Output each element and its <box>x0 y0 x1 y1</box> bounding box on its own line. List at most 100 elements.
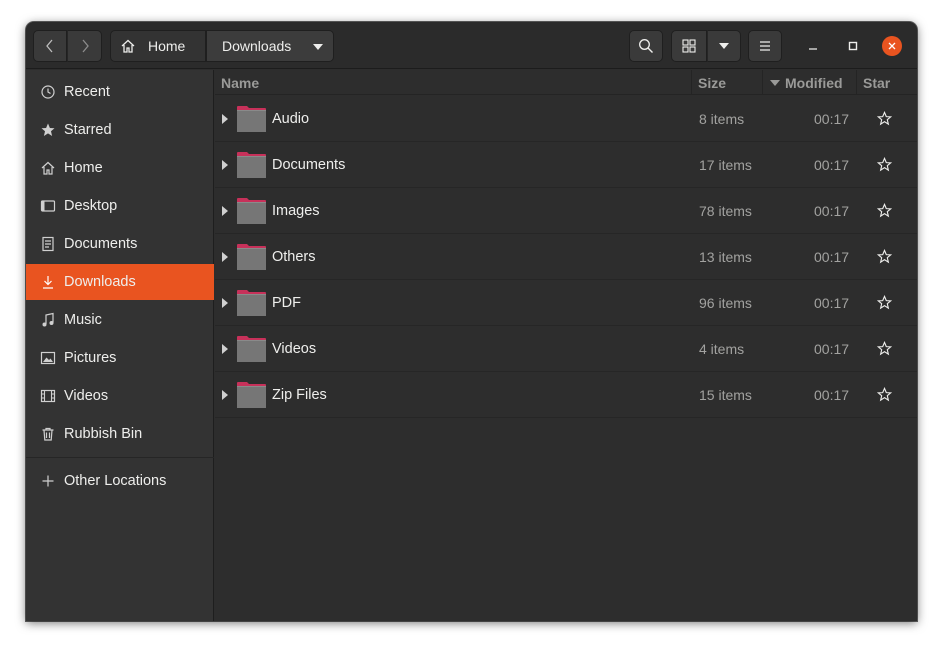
film-icon <box>40 388 56 404</box>
sidebar-item-label: Videos <box>64 388 109 404</box>
file-row-audio[interactable]: Audio 8 items 00:17 <box>215 96 917 142</box>
header-bar: Home Downloads <box>26 22 917 69</box>
sidebar-item-documents[interactable]: Documents <box>26 226 214 262</box>
breadcrumb-current[interactable]: Downloads <box>206 30 334 62</box>
file-size: 17 items <box>699 157 752 173</box>
sidebar-item-home[interactable]: Home <box>26 150 214 186</box>
breadcrumb-home[interactable]: Home <box>110 30 206 62</box>
file-row-documents[interactable]: Documents 17 items 00:17 <box>215 142 917 188</box>
sidebar-item-recent[interactable]: Recent <box>26 74 214 110</box>
star-outline-icon[interactable] <box>877 203 892 218</box>
minimize-button[interactable] <box>803 36 823 56</box>
file-name: Images <box>272 203 320 219</box>
star-outline-icon[interactable] <box>877 387 892 402</box>
file-row-zip-files[interactable]: Zip Files 15 items 00:17 <box>215 372 917 418</box>
plus-icon <box>40 473 56 489</box>
sidebar-item-label: Recent <box>64 84 110 100</box>
close-button[interactable] <box>882 36 902 56</box>
file-size: 15 items <box>699 387 752 403</box>
file-name: Audio <box>272 111 310 127</box>
file-row-images[interactable]: Images 78 items 00:17 <box>215 188 917 234</box>
grid-icon <box>682 39 696 53</box>
back-button[interactable] <box>33 30 67 62</box>
file-name: Zip Files <box>272 387 327 403</box>
chevron-right-icon <box>82 39 89 53</box>
trash-icon <box>40 426 56 442</box>
file-modified: 00:17 <box>814 387 850 403</box>
home-icon <box>121 39 135 53</box>
expand-arrow-icon[interactable] <box>222 206 228 216</box>
sidebar-item-rubbish-bin[interactable]: Rubbish Bin <box>26 416 214 452</box>
sidebar-separator <box>26 457 214 458</box>
file-manager-window: Home Downloads Recent Starred Home Deskt… <box>26 22 917 621</box>
breadcrumb-home-label: Home <box>148 38 186 54</box>
sidebar-item-downloads[interactable]: Downloads <box>26 264 214 300</box>
sidebar-item-label: Other Locations <box>64 473 167 489</box>
sidebar-item-music[interactable]: Music <box>26 302 214 338</box>
sidebar-item-label: Documents <box>64 236 138 252</box>
file-size: 78 items <box>699 203 752 219</box>
star-outline-icon[interactable] <box>877 111 892 126</box>
folder-icon <box>237 382 266 408</box>
expand-arrow-icon[interactable] <box>222 252 228 262</box>
main-menu-button[interactable] <box>748 30 782 62</box>
star-icon <box>40 122 56 138</box>
folder-icon <box>237 198 266 224</box>
file-modified: 00:17 <box>814 341 850 357</box>
grid-view-button[interactable] <box>671 30 707 62</box>
file-modified: 00:17 <box>814 203 850 219</box>
column-header-modified[interactable]: Modified <box>770 70 843 95</box>
download-icon <box>40 274 56 290</box>
sidebar-item-label: Rubbish Bin <box>64 426 143 442</box>
column-divider <box>856 70 857 95</box>
file-row-videos[interactable]: Videos 4 items 00:17 <box>215 326 917 372</box>
file-row-pdf[interactable]: PDF 96 items 00:17 <box>215 280 917 326</box>
expand-arrow-icon[interactable] <box>222 390 228 400</box>
sidebar-item-label: Starred <box>64 122 112 138</box>
folder-icon <box>237 152 266 178</box>
sidebar-item-videos[interactable]: Videos <box>26 378 214 414</box>
desktop-icon <box>40 198 56 214</box>
clock-icon <box>40 84 56 100</box>
expand-arrow-icon[interactable] <box>222 298 228 308</box>
star-outline-icon[interactable] <box>877 341 892 356</box>
star-outline-icon[interactable] <box>877 157 892 172</box>
column-header-modified-label: Modified <box>785 74 843 91</box>
folder-icon <box>237 244 266 270</box>
file-size: 4 items <box>699 341 745 357</box>
expand-arrow-icon[interactable] <box>222 114 228 124</box>
sidebar-item-other-locations[interactable]: Other Locations <box>26 463 214 499</box>
star-outline-icon[interactable] <box>877 295 892 310</box>
file-size: 96 items <box>699 295 752 311</box>
document-icon <box>40 236 56 252</box>
column-divider <box>691 70 692 95</box>
sidebar-item-starred[interactable]: Starred <box>26 112 214 148</box>
file-row-others[interactable]: Others 13 items 00:17 <box>215 234 917 280</box>
home-icon <box>40 160 56 176</box>
maximize-button[interactable] <box>843 36 863 56</box>
sidebar-item-pictures[interactable]: Pictures <box>26 340 214 376</box>
column-header-size[interactable]: Size <box>698 70 726 95</box>
view-options-button[interactable] <box>707 30 741 62</box>
breadcrumb-current-label: Downloads <box>222 38 292 54</box>
file-modified: 00:17 <box>814 157 850 173</box>
forward-button[interactable] <box>67 30 102 62</box>
sidebar-item-desktop[interactable]: Desktop <box>26 188 214 224</box>
column-header-star[interactable]: Star <box>863 70 890 95</box>
file-name: Others <box>272 249 316 265</box>
file-modified: 00:17 <box>814 295 850 311</box>
folder-icon <box>237 106 266 132</box>
sort-descending-icon <box>770 79 780 86</box>
close-icon <box>888 42 896 50</box>
folder-icon <box>237 290 266 316</box>
file-modified: 00:17 <box>814 249 850 265</box>
column-header-name[interactable]: Name <box>221 70 259 95</box>
star-outline-icon[interactable] <box>877 249 892 264</box>
file-modified: 00:17 <box>814 111 850 127</box>
expand-arrow-icon[interactable] <box>222 160 228 170</box>
file-name: PDF <box>272 295 301 311</box>
search-button[interactable] <box>629 30 663 62</box>
hamburger-icon <box>760 41 770 51</box>
expand-arrow-icon[interactable] <box>222 344 228 354</box>
column-divider <box>762 70 763 95</box>
